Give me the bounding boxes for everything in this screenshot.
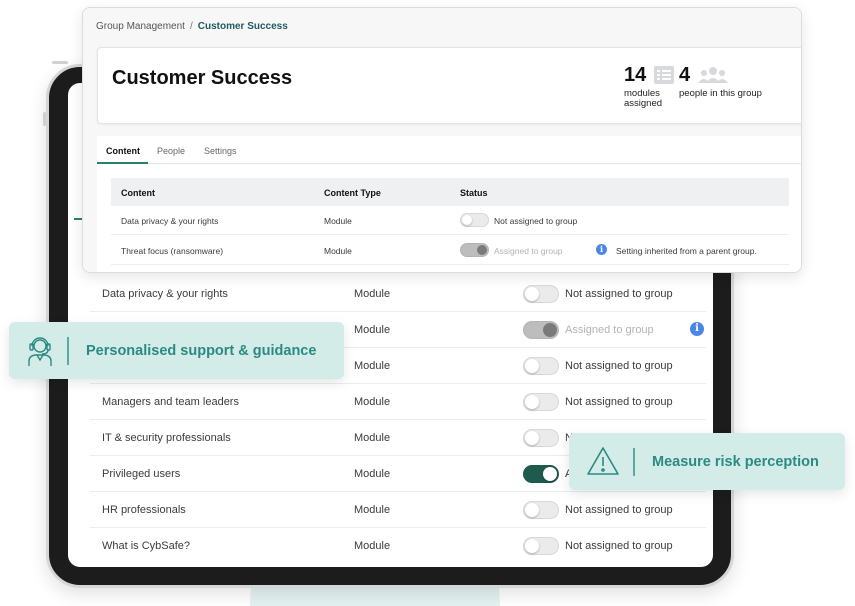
table-header: Content Content Type Status: [111, 178, 789, 206]
risk-callout-label: Measure risk perception: [652, 454, 819, 470]
content-name: Data privacy & your rights: [102, 288, 228, 300]
risk-callout: Measure risk perception: [569, 433, 845, 490]
assign-toggle[interactable]: [523, 357, 559, 375]
warning-triangle-icon: [586, 446, 620, 481]
header-content: Content: [121, 188, 155, 198]
assign-toggle[interactable]: [523, 537, 559, 555]
inherited-note: Setting inherited from a parent group.: [616, 246, 757, 256]
callout-divider: [67, 337, 69, 365]
modules-label-line2: assigned: [624, 98, 663, 109]
status-text: Assigned to group: [565, 324, 654, 336]
status-text: Not assigned to group: [565, 540, 673, 552]
assign-toggle[interactable]: [523, 501, 559, 519]
list-icon: [653, 66, 674, 89]
content-type: Module: [354, 324, 391, 336]
support-callout-label: Personalised support & guidance: [86, 343, 317, 359]
content-type: Module: [324, 246, 352, 256]
content-type: Module: [354, 396, 391, 408]
group-panel: Group Management / Customer Success Custom…: [82, 7, 802, 273]
active-tab-underline: [97, 162, 148, 164]
table-row: Managers and team leaders Module Not ass…: [90, 384, 706, 420]
content-type: Module: [354, 432, 391, 444]
content-name: HR professionals: [102, 504, 186, 516]
content-type: Module: [354, 504, 391, 516]
assign-toggle: [460, 243, 489, 257]
content-area: Content People Settings Content Content …: [97, 136, 801, 272]
callout-divider: [633, 448, 635, 476]
table-row: Data privacy & your rights Module Not as…: [90, 276, 706, 312]
info-icon[interactable]: i: [596, 244, 607, 255]
tablet-side-button: [43, 112, 46, 126]
tablet-top-button: [52, 61, 68, 64]
page-title: Customer Success: [112, 67, 293, 89]
content-type: Module: [354, 360, 391, 372]
content-type: Module: [354, 288, 391, 300]
people-group-icon: [697, 66, 728, 89]
table-row: Data privacy & your rights Module Not as…: [111, 206, 789, 235]
breadcrumb-parent[interactable]: Group Management: [96, 21, 185, 32]
table-row: HR professionals Module Not assigned to …: [90, 492, 706, 528]
content-name: Threat focus (ransomware): [121, 246, 224, 256]
content-name: Managers and team leaders: [102, 396, 239, 408]
breadcrumb-current: Customer Success: [197, 21, 288, 32]
content-type: Module: [354, 540, 391, 552]
breadcrumb: Group Management / Customer Success: [96, 21, 288, 32]
content-name: IT & security professionals: [102, 432, 231, 444]
header-content-type: Content Type: [324, 188, 381, 198]
people-stat: 4 people in this group: [679, 64, 762, 99]
people-label: people in this group: [679, 88, 762, 99]
stage: Data privacy & your rights Module Not as…: [0, 0, 855, 606]
status-text: Not assigned to group: [565, 288, 673, 300]
modules-count: 14: [624, 64, 647, 86]
group-header-card: Customer Success 14 modules assigned 4 p…: [97, 47, 801, 124]
assign-toggle[interactable]: [523, 465, 559, 483]
assign-toggle[interactable]: [523, 429, 559, 447]
tab-people[interactable]: People: [157, 146, 185, 156]
status-text: Not assigned to group: [565, 396, 673, 408]
breadcrumb-separator: /: [189, 21, 193, 32]
table-row: What is CybSafe? Module Not assigned to …: [90, 528, 706, 564]
content-name: What is CybSafe?: [102, 540, 191, 552]
table-row: Threat focus (ransomware) Module Assigne…: [111, 236, 789, 265]
assign-toggle: [523, 321, 559, 339]
content-type: Module: [324, 216, 352, 226]
modules-stat: 14 modules assigned: [624, 64, 674, 109]
status-text: Not assigned to group: [494, 216, 578, 226]
info-icon[interactable]: i: [690, 322, 704, 336]
content-name: Privileged users: [102, 468, 181, 480]
people-count: 4: [679, 64, 691, 86]
assign-toggle[interactable]: [523, 285, 559, 303]
header-status: Status: [460, 188, 488, 198]
status-text: Not assigned to group: [565, 504, 673, 516]
assign-toggle[interactable]: [523, 393, 559, 411]
tab-settings[interactable]: Settings: [204, 146, 237, 156]
tab-content[interactable]: Content: [106, 146, 140, 156]
content-type: Module: [354, 468, 391, 480]
status-text: Not assigned to group: [565, 360, 673, 372]
assign-toggle[interactable]: [460, 213, 489, 227]
support-callout: Personalised support & guidance: [9, 322, 344, 379]
support-agent-icon: [26, 335, 54, 372]
tab-bar: Content People Settings: [97, 136, 801, 164]
status-text: Assigned to group: [494, 246, 563, 256]
content-name: Data privacy & your rights: [121, 216, 219, 226]
